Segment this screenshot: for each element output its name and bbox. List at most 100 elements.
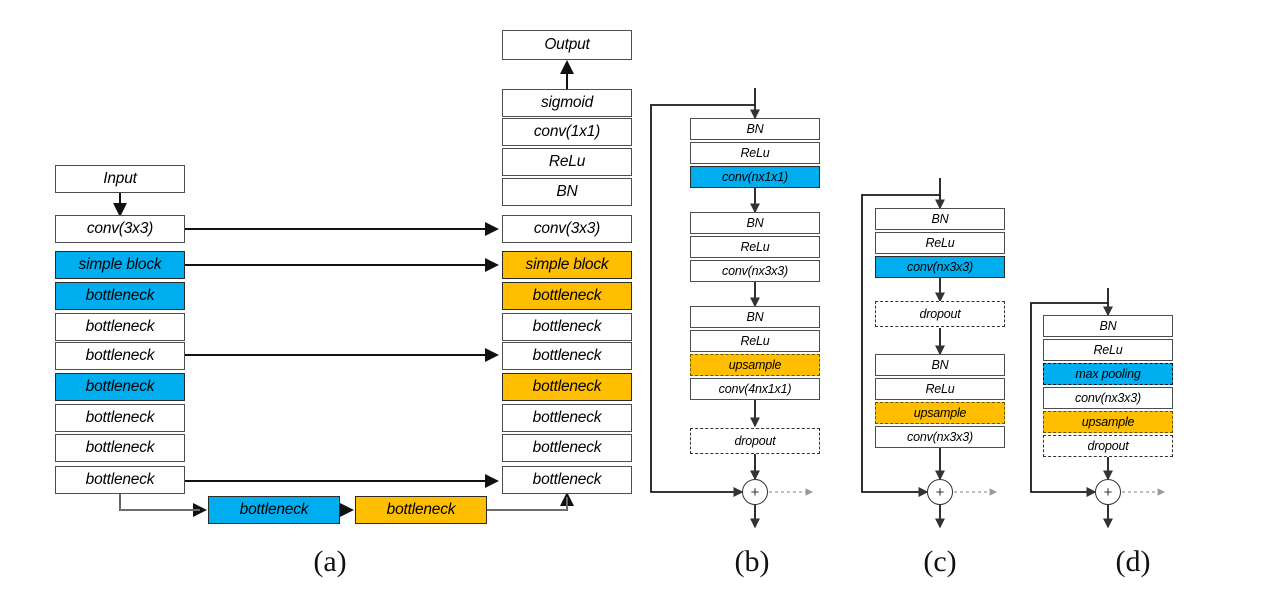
block-label: bottleneck	[532, 409, 602, 427]
panel-b-block-relu-1[interactable]: ReLu	[690, 142, 820, 164]
block-label: conv(nx3x3)	[907, 429, 973, 444]
panel-caption-d: (d)	[1115, 545, 1151, 578]
panel-c-block-relu-1[interactable]: ReLu	[875, 232, 1005, 254]
block-label: dropout	[919, 306, 961, 321]
block-label: Input	[103, 170, 137, 188]
panel-a-encoder-block-bottleneck-4[interactable]: bottleneck	[55, 373, 185, 401]
panel-c-block-dropout[interactable]: dropout	[875, 301, 1005, 327]
panel-a-decoder-block-output[interactable]: Output	[502, 30, 632, 60]
panel-d-block-bn[interactable]: BN	[1043, 315, 1173, 337]
panel-d-block-conv-nx3x3[interactable]: conv(nx3x3)	[1043, 387, 1173, 409]
block-label: max pooling	[1075, 366, 1141, 381]
panel-a-decoder-block-relu[interactable]: ReLu	[502, 148, 632, 176]
block-label: ReLu	[548, 153, 586, 171]
figure-canvas: Input conv(3x3) simple block bottleneck …	[0, 0, 1275, 602]
panel-d-block-max-pooling[interactable]: max pooling	[1043, 363, 1173, 385]
panel-a-decoder-block-bottleneck-2[interactable]: bottleneck	[502, 313, 632, 341]
panel-a-decoder-block-bn[interactable]: BN	[502, 178, 632, 206]
block-label: ReLu	[740, 239, 770, 254]
plus-icon: +	[935, 483, 945, 501]
block-label: bottleneck	[532, 318, 602, 336]
panel-b-block-upsample[interactable]: upsample	[690, 354, 820, 376]
panel-b-block-bn-2[interactable]: BN	[690, 212, 820, 234]
block-label: bottleneck	[85, 287, 155, 305]
panel-a-bridge-block-bottleneck-orange[interactable]: bottleneck	[355, 496, 487, 524]
panel-a-decoder-block-bottleneck-1[interactable]: bottleneck	[502, 282, 632, 310]
panel-a-decoder-block-sigmoid[interactable]: sigmoid	[502, 89, 632, 117]
panel-b-block-conv-nx3x3[interactable]: conv(nx3x3)	[690, 260, 820, 282]
block-label: ReLu	[1093, 342, 1123, 357]
panel-a-encoder-block-bottleneck-7[interactable]: bottleneck	[55, 466, 185, 494]
block-label: bottleneck	[532, 287, 602, 305]
panel-b-block-bn-3[interactable]: BN	[690, 306, 820, 328]
connector-layer	[113, 60, 1166, 529]
panel-a-decoder-block-bottleneck-3[interactable]: bottleneck	[502, 342, 632, 370]
block-label: bottleneck	[85, 347, 155, 365]
panel-b-residual-add-node: +	[742, 479, 768, 505]
panel-caption-c: (c)	[923, 545, 957, 578]
panel-a-encoder-block-bottleneck-3[interactable]: bottleneck	[55, 342, 185, 370]
panel-a-decoder-block-simple-block[interactable]: simple block	[502, 251, 632, 279]
panel-a-decoder-block-bottleneck-7[interactable]: bottleneck	[502, 466, 632, 494]
panel-c-block-bn-1[interactable]: BN	[875, 208, 1005, 230]
panel-a-encoder-block-bottleneck-6[interactable]: bottleneck	[55, 434, 185, 462]
panel-a-decoder-block-bottleneck-5[interactable]: bottleneck	[502, 404, 632, 432]
block-label: conv(4nx1x1)	[718, 381, 792, 396]
block-label: ReLu	[740, 145, 770, 160]
block-label: bottleneck	[532, 347, 602, 365]
panel-a-decoder-block-bottleneck-4[interactable]: bottleneck	[502, 373, 632, 401]
panel-caption-b: (b)	[734, 545, 770, 578]
block-label: conv(nx3x3)	[722, 263, 788, 278]
panel-a-decoder-block-bottleneck-6[interactable]: bottleneck	[502, 434, 632, 462]
panel-c-block-conv-nx3x3-1[interactable]: conv(nx3x3)	[875, 256, 1005, 278]
panel-c-block-bn-2[interactable]: BN	[875, 354, 1005, 376]
panel-c-residual-add-node: +	[927, 479, 953, 505]
block-label: ReLu	[925, 381, 955, 396]
block-label: conv(3x3)	[533, 220, 601, 238]
panel-a-decoder-block-conv1x1[interactable]: conv(1x1)	[502, 118, 632, 146]
block-label: sigmoid	[540, 94, 593, 112]
panel-b-block-dropout[interactable]: dropout	[690, 428, 820, 454]
panel-b-block-bn-1[interactable]: BN	[690, 118, 820, 140]
block-label: conv(nx3x3)	[907, 259, 973, 274]
panel-a-decoder-block-conv3x3[interactable]: conv(3x3)	[502, 215, 632, 243]
panel-d-block-upsample[interactable]: upsample	[1043, 411, 1173, 433]
panel-a-encoder-block-conv3x3[interactable]: conv(3x3)	[55, 215, 185, 243]
panel-c-block-relu-2[interactable]: ReLu	[875, 378, 1005, 400]
block-label: bottleneck	[532, 439, 602, 457]
panel-b-block-relu-2[interactable]: ReLu	[690, 236, 820, 258]
block-label: BN	[931, 357, 949, 372]
panel-a-encoder-block-bottleneck-5[interactable]: bottleneck	[55, 404, 185, 432]
panel-b-block-relu-3[interactable]: ReLu	[690, 330, 820, 352]
panel-b-block-conv-nx1x1[interactable]: conv(nx1x1)	[690, 166, 820, 188]
block-label: bottleneck	[532, 378, 602, 396]
panel-c-block-conv-nx3x3-2[interactable]: conv(nx3x3)	[875, 426, 1005, 448]
block-label: ReLu	[925, 235, 955, 250]
panel-b-block-conv-4nx1x1[interactable]: conv(4nx1x1)	[690, 378, 820, 400]
panel-c-block-upsample[interactable]: upsample	[875, 402, 1005, 424]
panel-a-bridge-block-bottleneck-blue[interactable]: bottleneck	[208, 496, 340, 524]
block-label: conv(nx1x1)	[722, 169, 788, 184]
panel-a-encoder-block-bottleneck-1[interactable]: bottleneck	[55, 282, 185, 310]
panel-d-block-dropout[interactable]: dropout	[1043, 435, 1173, 457]
plus-icon: +	[1103, 483, 1113, 501]
panel-a-encoder-block-input[interactable]: Input	[55, 165, 185, 193]
block-label: bottleneck	[85, 471, 155, 489]
block-label: ReLu	[740, 333, 770, 348]
panel-d-block-relu[interactable]: ReLu	[1043, 339, 1173, 361]
block-label: upsample	[1081, 414, 1135, 429]
panel-a-encoder-block-simple-block[interactable]: simple block	[55, 251, 185, 279]
block-label: simple block	[525, 256, 609, 274]
block-label: dropout	[734, 433, 776, 448]
block-label: bottleneck	[532, 471, 602, 489]
block-label: upsample	[728, 357, 782, 372]
block-label: conv(1x1)	[533, 123, 601, 141]
block-label: dropout	[1087, 438, 1129, 453]
block-label: upsample	[913, 405, 967, 420]
block-label: bottleneck	[386, 501, 456, 519]
block-label: BN	[746, 121, 764, 136]
block-label: BN	[1099, 318, 1117, 333]
block-label: bottleneck	[239, 501, 309, 519]
panel-a-encoder-block-bottleneck-2[interactable]: bottleneck	[55, 313, 185, 341]
panel-d-residual-add-node: +	[1095, 479, 1121, 505]
